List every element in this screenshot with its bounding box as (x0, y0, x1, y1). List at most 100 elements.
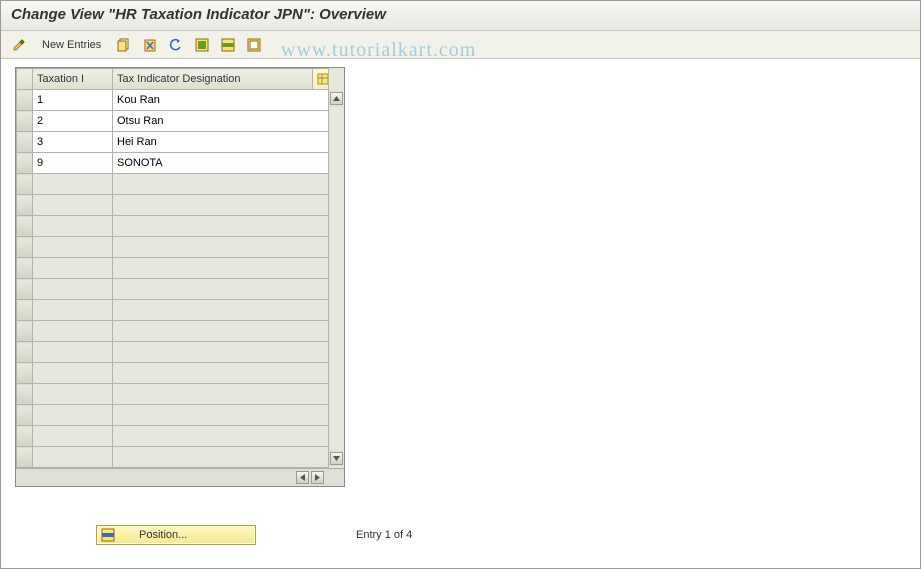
cell-taxation[interactable]: 9 (33, 153, 113, 174)
cell-designation[interactable] (113, 195, 329, 216)
toggle-edit-button[interactable] (9, 35, 29, 55)
table-row (17, 426, 329, 447)
row-selector[interactable] (17, 237, 33, 258)
cell-taxation[interactable] (33, 300, 113, 321)
cell-taxation[interactable] (33, 405, 113, 426)
select-block-button[interactable] (218, 35, 238, 55)
scroll-up-button[interactable] (330, 92, 343, 105)
table-container: Taxation I Tax Indicator Designation 1Ko… (15, 67, 345, 487)
table-settings-button[interactable] (313, 69, 329, 90)
table-row (17, 405, 329, 426)
row-selector[interactable] (17, 363, 33, 384)
cell-taxation[interactable] (33, 321, 113, 342)
table-row (17, 279, 329, 300)
cell-taxation[interactable] (33, 174, 113, 195)
cell-designation[interactable] (113, 405, 329, 426)
scroll-left-button[interactable] (296, 471, 309, 484)
position-icon (101, 528, 115, 542)
row-selector[interactable] (17, 447, 33, 468)
cell-designation[interactable] (113, 321, 329, 342)
cell-designation[interactable] (113, 363, 329, 384)
delete-button[interactable] (140, 35, 160, 55)
select-block-icon (220, 37, 236, 53)
row-selector[interactable] (17, 300, 33, 321)
table-row: 9SONOTA (17, 153, 329, 174)
delete-icon (142, 37, 158, 53)
vertical-scrollbar[interactable] (328, 91, 343, 466)
cell-designation[interactable] (113, 384, 329, 405)
row-selector[interactable] (17, 153, 33, 174)
table-row (17, 447, 329, 468)
scroll-right-button[interactable] (311, 471, 324, 484)
cell-designation[interactable] (113, 174, 329, 195)
select-all-rows[interactable] (17, 69, 33, 90)
cell-designation[interactable] (113, 300, 329, 321)
toolbar: New Entries (1, 31, 920, 59)
cell-designation[interactable] (113, 342, 329, 363)
row-selector[interactable] (17, 195, 33, 216)
row-selector[interactable] (17, 258, 33, 279)
undo-button[interactable] (166, 35, 186, 55)
undo-icon (168, 37, 184, 53)
scroll-down-button[interactable] (330, 452, 343, 465)
cell-taxation[interactable] (33, 384, 113, 405)
row-selector[interactable] (17, 174, 33, 195)
footer: Position... Entry 1 of 4 (96, 525, 412, 545)
cell-taxation[interactable] (33, 342, 113, 363)
chevron-right-icon (315, 474, 320, 481)
cell-taxation[interactable] (33, 237, 113, 258)
scroll-track[interactable] (330, 107, 343, 450)
cell-taxation[interactable] (33, 447, 113, 468)
row-selector[interactable] (17, 321, 33, 342)
row-selector[interactable] (17, 384, 33, 405)
table-row (17, 342, 329, 363)
table-row (17, 258, 329, 279)
cell-taxation[interactable]: 3 (33, 132, 113, 153)
position-button[interactable]: Position... (96, 525, 256, 545)
chevron-up-icon (333, 96, 340, 101)
row-selector[interactable] (17, 90, 33, 111)
cell-taxation[interactable] (33, 426, 113, 447)
cell-taxation[interactable] (33, 258, 113, 279)
row-selector[interactable] (17, 426, 33, 447)
deselect-all-button[interactable] (244, 35, 264, 55)
cell-taxation[interactable] (33, 363, 113, 384)
table-row (17, 363, 329, 384)
cell-designation[interactable] (113, 216, 329, 237)
cell-designation[interactable]: Otsu Ran (113, 111, 329, 132)
row-selector[interactable] (17, 216, 33, 237)
col-header-designation[interactable]: Tax Indicator Designation (113, 69, 313, 90)
new-entries-button[interactable]: New Entries (35, 36, 108, 54)
cell-designation[interactable] (113, 426, 329, 447)
entry-status: Entry 1 of 4 (356, 529, 412, 541)
col-header-taxation[interactable]: Taxation I (33, 69, 113, 90)
select-all-button[interactable] (192, 35, 212, 55)
row-selector[interactable] (17, 132, 33, 153)
cell-designation[interactable]: SONOTA (113, 153, 329, 174)
row-selector[interactable] (17, 111, 33, 132)
select-all-icon (194, 37, 210, 53)
cell-designation[interactable]: Kou Ran (113, 90, 329, 111)
table-row (17, 300, 329, 321)
cell-designation[interactable] (113, 258, 329, 279)
cell-designation[interactable] (113, 237, 329, 258)
cell-taxation[interactable] (33, 279, 113, 300)
cell-taxation[interactable]: 2 (33, 111, 113, 132)
cell-designation[interactable]: Hei Ran (113, 132, 329, 153)
cell-designation[interactable] (113, 447, 329, 468)
position-label: Position... (139, 529, 187, 541)
cell-taxation[interactable] (33, 216, 113, 237)
cell-taxation[interactable]: 1 (33, 90, 113, 111)
horizontal-scrollbar (16, 468, 344, 486)
copy-as-button[interactable] (114, 35, 134, 55)
row-selector[interactable] (17, 405, 33, 426)
cell-designation[interactable] (113, 279, 329, 300)
cell-taxation[interactable] (33, 195, 113, 216)
table-row (17, 384, 329, 405)
data-grid: Taxation I Tax Indicator Designation 1Ko… (16, 68, 329, 468)
row-selector[interactable] (17, 342, 33, 363)
copy-icon (116, 37, 132, 53)
table-row (17, 174, 329, 195)
pencil-icon (11, 37, 27, 53)
row-selector[interactable] (17, 279, 33, 300)
